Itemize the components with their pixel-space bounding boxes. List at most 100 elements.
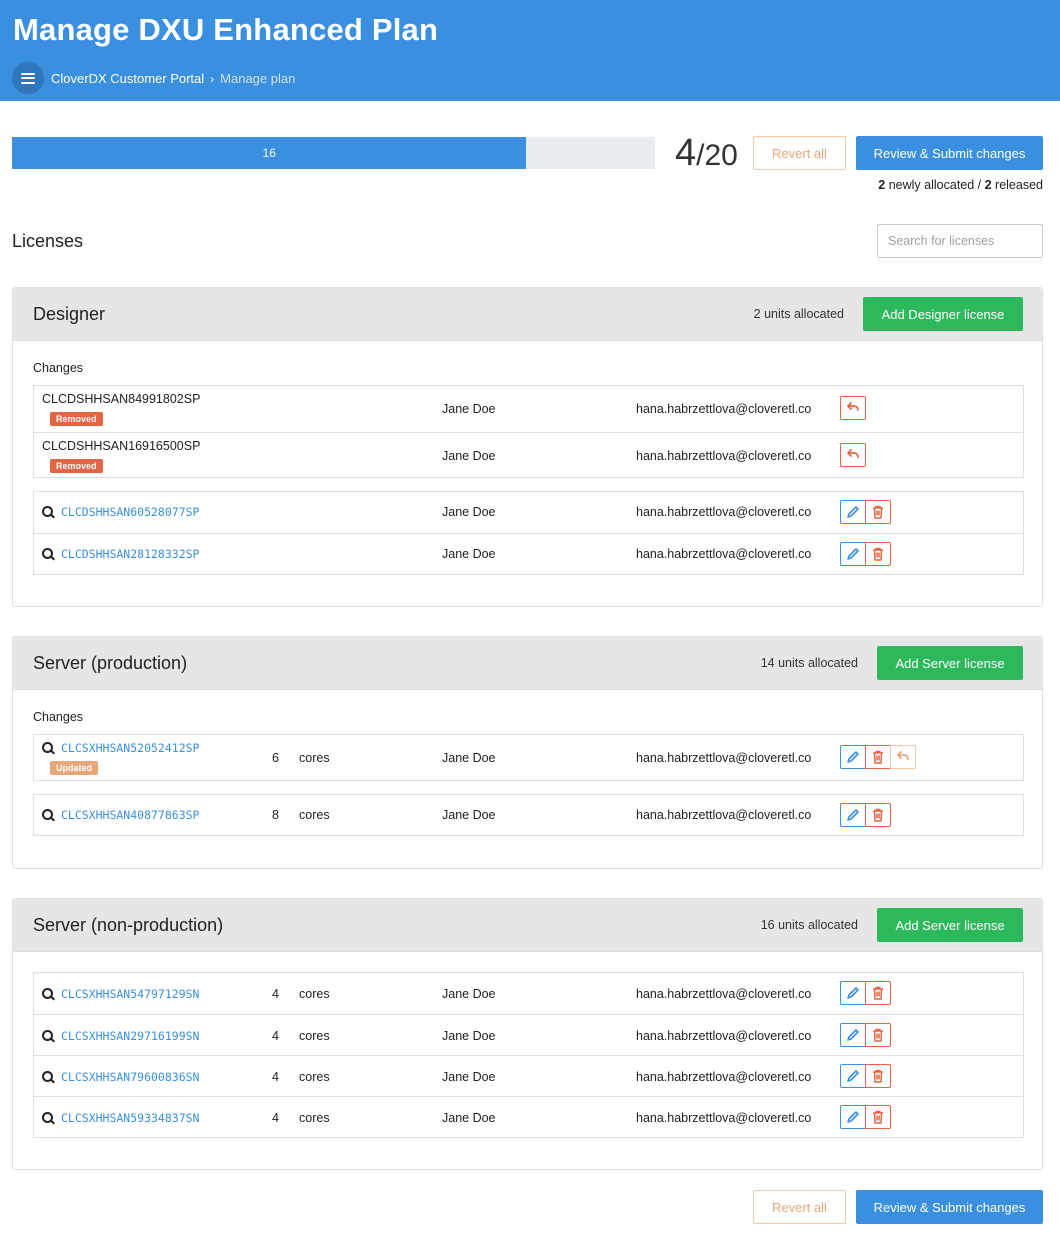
search-icon: [42, 987, 55, 1001]
remaining-units: 4: [675, 132, 697, 174]
license-search-input[interactable]: [877, 224, 1043, 258]
edit-button[interactable]: [840, 1064, 866, 1088]
license-email: hana.habrzettlova@cloveretl.com: [636, 1111, 811, 1125]
cores-label: cores: [299, 808, 330, 822]
license-link[interactable]: CLCDSHHSAN28128332SP: [42, 547, 199, 561]
server-production-licenses-table: CLCSXHHSAN40877863SP 8 cores Jane Doe ha…: [33, 794, 1024, 836]
license-email: hana.habrzettlova@cloveretl.com: [636, 987, 811, 1001]
license-link[interactable]: CLCSXHHSAN59334837SN: [42, 1111, 199, 1125]
server-production-section-title: Server (production): [33, 653, 188, 673]
license-email: hana.habrzettlova@cloveretl.com: [636, 808, 811, 822]
designer-section-title: Designer: [33, 304, 106, 324]
trash-icon: [873, 1069, 883, 1083]
delete-button[interactable]: [865, 1064, 891, 1088]
delete-button[interactable]: [865, 803, 891, 827]
edit-button[interactable]: [840, 1105, 866, 1129]
released-count: 2: [984, 178, 992, 192]
undo-button[interactable]: [840, 443, 866, 467]
pencil-icon: [847, 1029, 859, 1041]
delete-button[interactable]: [865, 500, 891, 524]
license-owner: Jane Doe: [442, 547, 496, 561]
pencil-icon: [847, 987, 859, 999]
newly-allocated-text: newly allocated /: [885, 178, 985, 192]
cores-count: 4: [272, 1070, 279, 1084]
cores-label: cores: [299, 987, 330, 1001]
license-id: CLCDSHHSAN60528077SP: [61, 505, 200, 519]
row-actions: [840, 500, 891, 524]
add-server-production-license-button[interactable]: Add Server license: [877, 646, 1023, 680]
license-owner: Jane Doe: [442, 751, 496, 765]
row-actions: [840, 1023, 891, 1047]
remaining-units-counter: 4 / 20: [675, 132, 738, 175]
license-owner: Jane Doe: [442, 402, 496, 416]
license-id: CLCDSHHSAN16916500SP: [42, 439, 201, 453]
designer-section-header: Designer 2 units allocated Add Designer …: [13, 288, 1042, 341]
undo-button[interactable]: [890, 745, 916, 769]
cores-count: 4: [272, 987, 279, 1001]
edit-button[interactable]: [840, 745, 866, 769]
add-designer-license-button[interactable]: Add Designer license: [863, 297, 1023, 331]
license-link[interactable]: CLCSXHHSAN29716199SN: [42, 1029, 199, 1043]
undo-icon: [847, 402, 859, 411]
cores-label: cores: [299, 1111, 330, 1125]
row-actions: [840, 396, 866, 420]
delete-button[interactable]: [865, 542, 891, 566]
trash-icon: [873, 808, 883, 822]
server-nonproduction-units-allocated: 16 units allocated: [760, 918, 858, 932]
menu-button[interactable]: [12, 62, 44, 94]
page-title: Manage DXU Enhanced Plan: [13, 12, 439, 47]
delete-button[interactable]: [865, 1023, 891, 1047]
chevron-right-icon: ›: [210, 71, 215, 86]
cores-label: cores: [299, 751, 330, 765]
breadcrumb-portal-link[interactable]: CloverDX Customer Portal: [51, 71, 204, 86]
row-actions: [840, 1105, 891, 1129]
edit-button[interactable]: [840, 1023, 866, 1047]
edit-button[interactable]: [840, 500, 866, 524]
server-nonproduction-licenses-table: CLCSXHHSAN54797129SN 4 cores Jane Doe ha…: [33, 972, 1024, 1138]
designer-changes-label: Changes: [33, 361, 84, 375]
license-link[interactable]: CLCSXHHSAN79600836SN: [42, 1070, 199, 1084]
cores-label: cores: [299, 1029, 330, 1043]
add-server-nonproduction-license-button[interactable]: Add Server license: [877, 908, 1023, 942]
license-id: CLCSXHHSAN79600836SN: [61, 1070, 200, 1084]
edit-button[interactable]: [840, 803, 866, 827]
edit-button[interactable]: [840, 542, 866, 566]
edit-button[interactable]: [840, 981, 866, 1005]
license-link[interactable]: CLCSXHHSAN52052412SP: [42, 741, 199, 755]
revert-all-button-bottom[interactable]: Revert all: [753, 1190, 846, 1224]
license-email: hana.habrzettlova@cloveretl.com: [636, 547, 811, 561]
allocation-progress-fill: 16: [12, 137, 527, 169]
revert-all-button-top[interactable]: Revert all: [753, 136, 846, 170]
removed-badge: Removed: [50, 412, 103, 426]
delete-button[interactable]: [865, 981, 891, 1005]
review-submit-button-top[interactable]: Review & Submit changes: [856, 136, 1043, 170]
license-email: hana.habrzettlova@cloveretl.com: [636, 402, 811, 416]
trash-icon: [873, 547, 883, 561]
license-id: CLCSXHHSAN40877863SP: [61, 808, 200, 822]
licenses-heading: Licenses: [12, 231, 84, 251]
delete-button[interactable]: [865, 1105, 891, 1129]
server-nonproduction-section-header: Server (non-production) 16 units allocat…: [13, 899, 1042, 952]
search-icon: [42, 1111, 55, 1125]
license-link[interactable]: CLCSXHHSAN40877863SP: [42, 808, 199, 822]
license-email: hana.habrzettlova@cloveretl.com: [636, 449, 811, 463]
license-link[interactable]: CLCSXHHSAN54797129SN: [42, 987, 199, 1001]
row-actions: [840, 803, 891, 827]
license-email: hana.habrzettlova@cloveretl.com: [636, 505, 811, 519]
row-actions: [840, 981, 891, 1005]
license-owner: Jane Doe: [442, 1111, 496, 1125]
review-submit-button-bottom[interactable]: Review & Submit changes: [856, 1190, 1043, 1224]
license-id: CLCSXHHSAN54797129SN: [61, 987, 200, 1001]
table-row: CLCSXHHSAN29716199SN 4 cores Jane Doe ha…: [34, 1014, 1023, 1055]
delete-button[interactable]: [865, 745, 891, 769]
license-owner: Jane Doe: [442, 987, 496, 1001]
license-id: CLCSXHHSAN52052412SP: [61, 741, 200, 755]
trash-icon: [873, 1110, 883, 1124]
ratio-slash: /: [696, 139, 705, 172]
designer-licenses-table: CLCDSHHSAN60528077SP Jane Doe hana.habrz…: [33, 491, 1024, 575]
total-units: 20: [704, 139, 738, 172]
pencil-icon: [847, 1070, 859, 1082]
license-email: hana.habrzettlova@cloveretl.com: [636, 1070, 811, 1084]
undo-button[interactable]: [840, 396, 866, 420]
license-link[interactable]: CLCDSHHSAN60528077SP: [42, 505, 199, 519]
